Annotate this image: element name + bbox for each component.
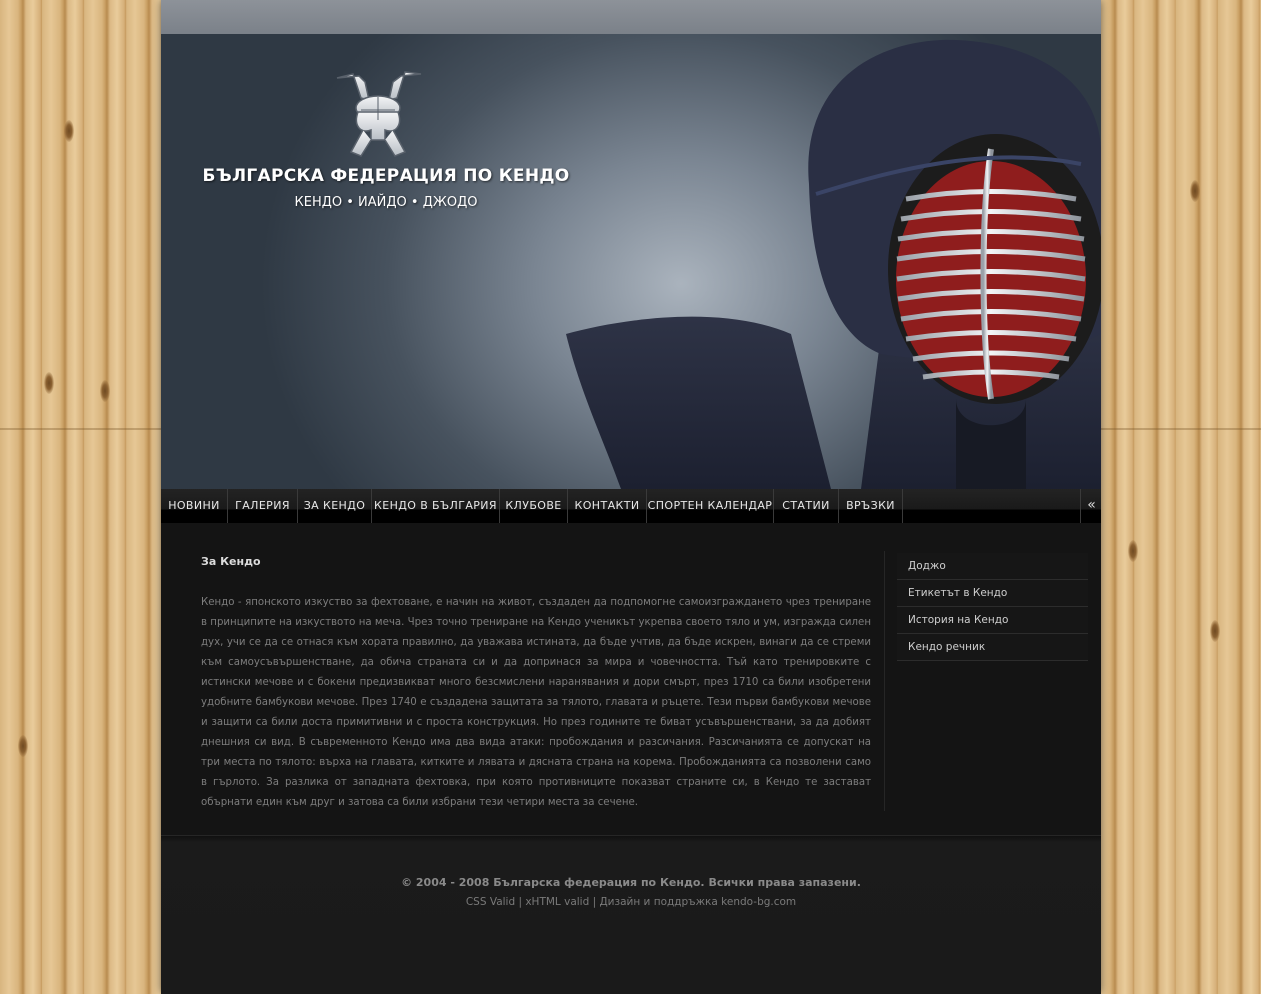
nav-item-contacts[interactable]: КОНТАКТИ xyxy=(568,489,647,523)
article-body: Кендо - японското изкуство за фехтоване,… xyxy=(201,597,871,808)
sidebar-item-dojo[interactable]: Доджо xyxy=(897,553,1088,580)
article-title: За Кендо xyxy=(201,555,261,568)
nav-item-sports-calendar[interactable]: СПОРТЕН КАЛЕНДАР xyxy=(647,489,774,523)
nav-item-kendo-bulgaria[interactable]: КЕНДО В БЪЛГАРИЯ xyxy=(372,489,500,523)
federation-logo-icon xyxy=(336,71,422,157)
footer-links[interactable]: CSS Valid | xHTML valid | Дизайн и поддр… xyxy=(161,896,1101,908)
nav-item-gallery[interactable]: ГАЛЕРИЯ xyxy=(228,489,298,523)
site-title: БЪЛГАРСКА ФЕДЕРАЦИЯ ПО КЕНДО xyxy=(202,166,570,186)
wood-knot xyxy=(1190,180,1200,202)
collapse-arrows-icon[interactable]: « xyxy=(1080,489,1102,523)
sidebar-item-dictionary[interactable]: Кендо речник xyxy=(897,634,1088,661)
column-divider xyxy=(884,551,885,811)
wood-knot xyxy=(64,120,74,142)
main-content: За Кендо Кендо - японското изкуство за ф… xyxy=(161,523,1101,835)
nav-item-about-kendo[interactable]: ЗА КЕНДО xyxy=(298,489,372,523)
wood-seam xyxy=(0,428,161,430)
nav-item-links[interactable]: ВРЪЗКИ xyxy=(839,489,903,523)
nav-item-articles[interactable]: СТАТИИ xyxy=(774,489,839,523)
wood-seam xyxy=(1101,428,1261,430)
header-banner: БЪЛГАРСКА ФЕДЕРАЦИЯ ПО КЕНДО КЕНДО • ИАЙ… xyxy=(161,34,1101,489)
copyright-text: © 2004 - 2008 Българска федерация по Кен… xyxy=(401,876,861,889)
wood-knot xyxy=(18,735,28,757)
wood-knot xyxy=(44,372,54,394)
page-container: БЪЛГАРСКА ФЕДЕРАЦИЯ ПО КЕНДО КЕНДО • ИАЙ… xyxy=(161,0,1101,994)
wood-knot xyxy=(1128,540,1138,562)
site-subtitle: КЕНДО • ИАЙДО • ДЖОДО xyxy=(294,195,478,210)
footer: © 2004 - 2008 Българска федерация по Кен… xyxy=(161,835,1101,994)
nav-item-news[interactable]: НОВИНИ xyxy=(161,489,228,523)
kendo-helmet-image xyxy=(566,39,1101,489)
main-nav: НОВИНИ ГАЛЕРИЯ ЗА КЕНДО КЕНДО В БЪЛГАРИЯ… xyxy=(161,489,1101,523)
nav-item-clubs[interactable]: КЛУБОВЕ xyxy=(500,489,568,523)
wood-knot xyxy=(100,380,110,402)
wood-knot xyxy=(1210,620,1220,642)
sidebar-menu: Доджо Етикетът в Кендо История на Кендо … xyxy=(897,553,1088,661)
sidebar-item-history[interactable]: История на Кендо xyxy=(897,607,1088,634)
sidebar-item-etiquette[interactable]: Етикетът в Кендо xyxy=(897,580,1088,607)
top-bar xyxy=(161,0,1101,34)
